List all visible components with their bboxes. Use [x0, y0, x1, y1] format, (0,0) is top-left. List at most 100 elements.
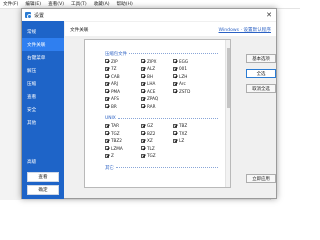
- file-type-checkbox[interactable]: LZH: [173, 73, 187, 79]
- checkbox-checked-icon[interactable]: [105, 96, 109, 101]
- checkbox-checked-icon[interactable]: [141, 59, 145, 63]
- file-type-checkbox[interactable]: TBZ2: [105, 138, 122, 144]
- file-type-label: ALZ: [147, 66, 156, 71]
- file-type-checkbox[interactable]: AFS: [105, 96, 119, 102]
- file-type-checkbox[interactable]: ZIP: [105, 58, 118, 64]
- dialog-titlebar[interactable]: 设置 ✕: [22, 9, 276, 21]
- menu-file[interactable]: 文件(F): [3, 1, 18, 7]
- checkbox-checked-icon[interactable]: [141, 138, 145, 143]
- file-type-checkbox[interactable]: TAR: [105, 123, 119, 129]
- section-title: 文件关联: [70, 28, 89, 33]
- sidebar-item-other[interactable]: 其他: [22, 116, 64, 129]
- file-type-checkbox[interactable]: RAR: [141, 103, 156, 109]
- file-type-checkbox[interactable]: LZMA: [105, 145, 123, 151]
- checkbox-checked-icon[interactable]: [105, 123, 109, 128]
- file-type-checkbox[interactable]: ZIPX: [141, 58, 157, 64]
- file-type-checkbox[interactable]: XZ: [141, 138, 153, 144]
- file-type-checkbox[interactable]: ARJ: [105, 81, 118, 87]
- file-type-checkbox[interactable]: ZPAQ: [141, 96, 158, 102]
- checkbox-checked-icon[interactable]: [105, 153, 109, 158]
- checkbox-checked-icon[interactable]: [141, 74, 145, 78]
- file-type-label: BR: [111, 103, 117, 109]
- close-button[interactable]: ✕: [264, 10, 274, 20]
- sidebar-item-compress[interactable]: 压缩: [22, 77, 64, 90]
- menu-favorites[interactable]: 收藏(A): [94, 1, 110, 7]
- file-type-checkbox[interactable]: TBZ: [173, 123, 187, 129]
- select-all-button[interactable]: 全选: [246, 69, 276, 78]
- file-type-label: TBZ: [179, 123, 188, 128]
- file-type-checkbox[interactable]: LHA: [141, 81, 155, 87]
- file-type-label: LZH: [179, 73, 188, 79]
- file-type-checkbox[interactable]: Z: [105, 153, 114, 159]
- checkbox-checked-icon[interactable]: [141, 89, 145, 93]
- checkbox-checked-icon[interactable]: [141, 96, 145, 101]
- checkbox-checked-icon[interactable]: [105, 81, 109, 86]
- group-title: 其它: [105, 165, 114, 171]
- menu-view[interactable]: 查看(V): [48, 1, 64, 7]
- menu-tools[interactable]: 工具(T): [71, 1, 87, 7]
- checkbox-checked-icon[interactable]: [173, 81, 177, 86]
- windows-default-programs-link[interactable]: Windows · 设置默认程序: [219, 27, 271, 33]
- checkbox-checked-icon[interactable]: [105, 59, 109, 63]
- scrollbar-thumb[interactable]: [227, 48, 230, 108]
- checkbox-checked-icon[interactable]: [141, 104, 145, 108]
- checkbox-checked-icon[interactable]: [105, 138, 109, 143]
- file-type-checkbox[interactable]: BR: [105, 103, 117, 109]
- checkbox-checked-icon[interactable]: [141, 123, 145, 128]
- file-type-checkbox[interactable]: CAB: [105, 73, 120, 79]
- apply-now-button[interactable]: 立即应用: [246, 174, 276, 183]
- sidebar-ok-button[interactable]: 确定: [27, 185, 59, 195]
- menu-edit[interactable]: 编辑(E): [25, 1, 41, 7]
- checkbox-checked-icon[interactable]: [105, 74, 109, 78]
- sidebar-item-file-association[interactable]: 文件关联: [22, 38, 64, 51]
- menu-help[interactable]: 帮助(H): [117, 1, 133, 7]
- file-type-checkbox[interactable]: BZ2: [141, 130, 155, 136]
- checkbox-checked-icon[interactable]: [173, 138, 177, 143]
- checkbox-checked-icon[interactable]: [173, 123, 177, 128]
- sidebar-item-advanced[interactable]: 高级: [22, 155, 64, 168]
- checkbox-checked-icon[interactable]: [141, 81, 145, 86]
- sidebar-item-security[interactable]: 安全: [22, 103, 64, 116]
- sidebar-item-extract[interactable]: 解压: [22, 64, 64, 77]
- file-type-list[interactable]: 压缩包文件 ZIP 7Z CAB ARJ PMA AFS BR ZIPX ALZ BH LHA ACE Z…: [84, 39, 231, 188]
- basic-options-button[interactable]: 基本选项: [246, 54, 276, 63]
- file-type-checkbox[interactable]: LZ: [173, 138, 184, 144]
- file-type-checkbox[interactable]: ACE: [141, 88, 155, 94]
- file-type-checkbox[interactable]: ALZ: [141, 66, 155, 72]
- deselect-all-button[interactable]: 取消全选: [246, 84, 276, 93]
- checkbox-checked-icon[interactable]: [141, 131, 145, 135]
- checkbox-checked-icon[interactable]: [173, 89, 177, 93]
- file-type-checkbox[interactable]: TLZ: [141, 145, 155, 151]
- checkbox-checked-icon[interactable]: [141, 153, 145, 158]
- settings-icon: [25, 12, 32, 19]
- checkbox-checked-icon[interactable]: [105, 104, 109, 108]
- file-type-checkbox[interactable]: TXZ: [173, 130, 187, 136]
- file-type-checkbox[interactable]: TGZ: [141, 153, 156, 159]
- checkbox-checked-icon[interactable]: [173, 131, 177, 135]
- file-type-checkbox[interactable]: TGZ: [105, 130, 120, 136]
- checkbox-checked-icon[interactable]: [105, 146, 109, 150]
- sidebar-item-general[interactable]: 常规: [22, 25, 64, 38]
- checkbox-checked-icon[interactable]: [105, 66, 109, 71]
- file-type-label: CAB: [111, 73, 120, 79]
- file-type-checkbox[interactable]: 7Z: [105, 66, 117, 72]
- file-type-checkbox[interactable]: BH: [141, 73, 153, 79]
- checkbox-checked-icon[interactable]: [105, 131, 109, 135]
- checkbox-checked-icon[interactable]: [173, 66, 177, 71]
- checkbox-checked-icon[interactable]: [141, 66, 145, 71]
- file-type-checkbox[interactable]: ZSTD: [173, 88, 190, 94]
- file-type-checkbox[interactable]: 001: [173, 66, 187, 72]
- checkbox-checked-icon[interactable]: [173, 74, 177, 78]
- file-type-label: RAR: [147, 103, 156, 109]
- settings-dialog: 设置 ✕ 常规 文件关联 右键菜单 解压 压缩 查看 安全 其他 高级 查看 确…: [21, 8, 277, 199]
- file-type-checkbox[interactable]: Arc: [173, 81, 186, 87]
- file-type-checkbox[interactable]: EGG: [173, 58, 188, 64]
- checkbox-checked-icon[interactable]: [105, 89, 109, 93]
- sidebar-item-context-menu[interactable]: 右键菜单: [22, 51, 64, 64]
- checkbox-checked-icon[interactable]: [141, 146, 145, 150]
- file-type-checkbox[interactable]: GZ: [141, 123, 153, 129]
- sidebar-item-view[interactable]: 查看: [22, 90, 64, 103]
- checkbox-checked-icon[interactable]: [173, 59, 177, 63]
- sidebar-view-button[interactable]: 查看: [27, 172, 59, 182]
- file-type-checkbox[interactable]: PMA: [105, 88, 120, 94]
